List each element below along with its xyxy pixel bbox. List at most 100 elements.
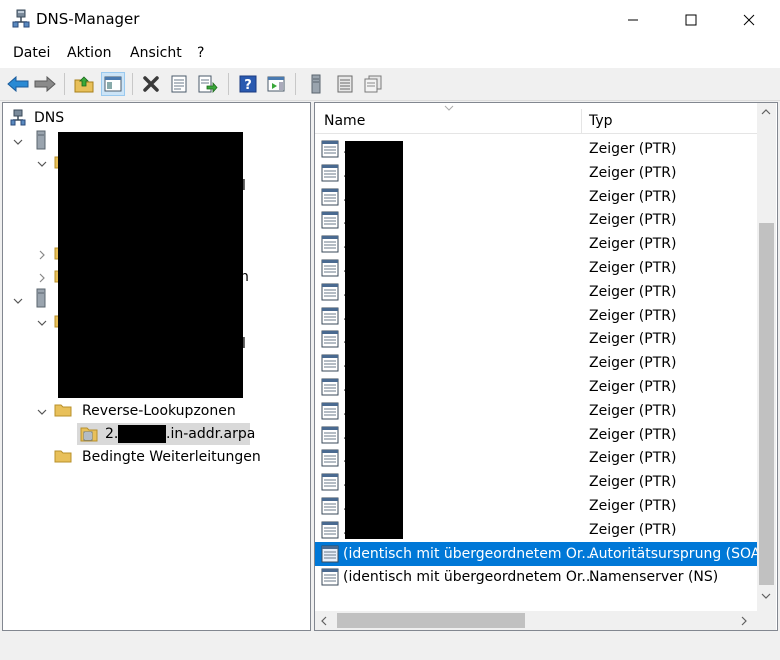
menu-datei[interactable]: Datei [13,45,50,61]
record-icon [321,497,339,515]
server-button[interactable] [304,72,328,96]
tree-node-dns[interactable]: DNS [34,107,64,129]
list-view-icon [337,75,353,93]
properties-icon [171,75,187,93]
record-icon [321,140,339,158]
record-icon [321,188,339,206]
minimize-icon [628,19,638,21]
delete-button[interactable] [139,72,163,96]
record-type: Zeiger (PTR) [589,450,677,467]
record-type: Namenserver (NS) [589,569,719,586]
horizontal-scrollbar[interactable] [315,611,757,630]
menu-ansicht[interactable]: Ansicht [130,45,182,61]
record-type: Zeiger (PTR) [589,498,677,514]
chevron-down-icon[interactable] [37,159,47,169]
show-tree-icon [104,76,122,92]
up-level-button[interactable] [72,72,96,96]
horizontal-scroll-thumb[interactable] [337,613,525,628]
server-icon [311,74,321,94]
toolbar-separator [132,73,133,95]
copy-records-icon [364,75,382,93]
record-icon [321,521,339,539]
record-list-pane[interactable]: Name Typ .62Zeiger (PTR).61Zeiger (PTR).… [314,102,778,631]
record-icon [321,235,339,253]
record-icon [321,307,339,325]
record-type: Zeiger (PTR) [589,402,677,419]
record-type: Zeiger (PTR) [589,379,677,395]
sort-indicator-icon [444,105,454,111]
tree-node-reverse-lookup-zones[interactable]: Reverse-Lookupzonen [82,400,236,422]
toolbar: ? [0,68,780,101]
record-icon [321,211,339,229]
back-arrow-icon [7,76,29,92]
back-button[interactable] [6,72,30,96]
chevron-down-icon[interactable] [37,318,47,328]
zone-prefix[interactable]: 2. [105,423,118,445]
list-header: Name Typ [315,103,757,134]
redacted-region [345,141,403,539]
column-header-name[interactable]: Name [324,103,365,133]
close-button[interactable] [720,0,778,40]
chevron-right-icon[interactable] [37,250,47,260]
record-type: Zeiger (PTR) [589,283,677,300]
menu-bar: Datei Aktion Ansicht ? [0,40,780,68]
record-row[interactable]: (identisch mit übergeordnetem Or... Namen… [315,565,757,589]
record-icon [321,378,339,396]
column-header-type[interactable]: Typ [589,103,613,133]
record-icon [321,330,339,348]
copy-records-button[interactable] [361,72,385,96]
menu-aktion[interactable]: Aktion [67,45,112,61]
scroll-down-icon[interactable] [761,593,771,599]
record-type: Zeiger (PTR) [589,474,677,491]
maximize-icon [685,14,697,26]
forward-button[interactable] [33,72,57,96]
menu-help[interactable]: ? [197,45,204,61]
chevron-right-icon[interactable] [37,273,47,283]
toolbar-separator [228,73,229,95]
vertical-scrollbar[interactable] [757,103,776,611]
chevron-down-icon[interactable] [13,296,23,306]
action-pane-button[interactable] [264,72,288,96]
chevron-down-icon[interactable] [13,137,23,147]
help-button[interactable]: ? [236,72,260,96]
column-divider[interactable] [581,109,582,133]
window-title: DNS-Manager [36,10,140,28]
properties-button[interactable] [167,72,191,96]
redacted-region [118,425,166,443]
tree-pane[interactable]: DNS l n l Reverse-Lookupzonen 2. .in-add… [2,102,311,631]
record-type: Zeiger (PTR) [589,188,677,205]
show-tree-button[interactable] [101,72,125,96]
zone-suffix[interactable]: .in-addr.arpa [166,423,255,445]
record-icon [321,283,339,301]
dns-manager-icon [12,9,30,28]
record-icon [321,426,339,444]
folder-icon [54,404,72,417]
export-list-button[interactable] [196,72,220,96]
scroll-right-icon[interactable] [741,616,747,626]
close-icon [743,14,755,26]
record-type: Zeiger (PTR) [589,307,677,324]
record-icon [321,568,339,586]
record-icon [321,449,339,467]
server-icon[interactable] [36,130,46,150]
scrollbar-corner [757,611,776,630]
delete-x-icon [143,76,159,92]
status-bar [0,632,780,660]
record-name: (identisch mit übergeordnetem Or... [343,569,595,586]
list-view-button[interactable] [333,72,357,96]
record-icon [321,402,339,420]
record-type: Zeiger (PTR) [589,426,677,443]
tree-node-conditional-forwarders[interactable]: Bedingte Weiterleitungen [82,446,261,468]
record-row[interactable]: (identisch mit übergeordnetem Or... Autor… [315,541,766,566]
help-icon: ? [239,75,257,93]
vertical-scroll-thumb[interactable] [759,223,774,585]
scroll-up-icon[interactable] [761,109,771,115]
server-icon[interactable] [36,288,46,308]
record-name: (identisch mit übergeordnetem Or... [343,545,595,562]
scroll-left-icon[interactable] [321,616,327,626]
svg-text:?: ? [244,78,252,93]
minimize-button[interactable] [604,0,662,40]
maximize-button[interactable] [662,0,720,40]
forward-arrow-icon [34,76,56,92]
chevron-down-icon[interactable] [37,407,47,417]
